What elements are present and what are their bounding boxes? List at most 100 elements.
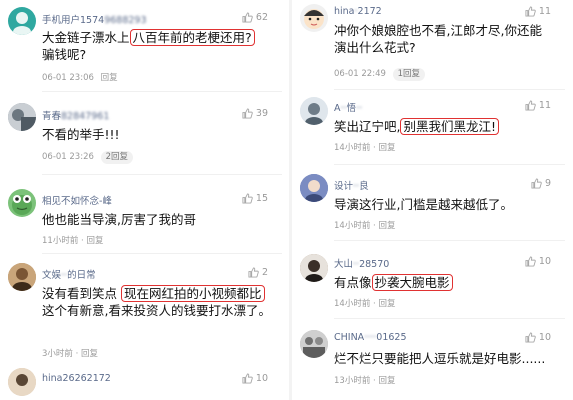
like-count: 11 (538, 6, 551, 17)
like-count: 15 (255, 193, 268, 204)
reply-link[interactable]: 回复 (378, 143, 395, 153)
comment-item: hina26262172 10 (0, 364, 290, 400)
like-button[interactable]: 62 (242, 12, 268, 23)
timestamp: 14小时前 (334, 221, 371, 231)
comment-meta: 3小时前 · 回复 (42, 349, 99, 359)
comment-item: 手机用户15749688293 62 大金链子漂水上 八百年前的老梗还用? 骗钱呢… (0, 0, 290, 90)
comment-text: 烂不烂只要能把人逗乐就是好电影...... (334, 351, 546, 366)
comment-item: CHINA····01625 10 烂不烂只要能把人逗乐就是好电影...... … (292, 320, 573, 400)
thumbs-up-icon (242, 193, 253, 204)
like-button[interactable]: 11 (525, 100, 551, 111)
like-count: 11 (538, 100, 551, 111)
user-avatar-icon (300, 254, 328, 282)
avatar[interactable] (8, 103, 36, 131)
like-button[interactable]: 10 (242, 373, 268, 384)
like-button[interactable]: 10 (525, 332, 551, 343)
divider (42, 91, 282, 92)
highlighted-text: 抄袭大腕电影 (371, 274, 453, 291)
timestamp: 06-01 23:06 (42, 73, 94, 83)
avatar[interactable] (8, 189, 36, 217)
comment-item: hina·2172 11 冲你个娘娘腔也不看,江郎才尽,你还能演出什么花式? 0… (292, 0, 573, 88)
timestamp: 11小时前 (42, 236, 79, 246)
reply-link[interactable]: 回复 (81, 349, 98, 359)
avatar[interactable] (300, 330, 328, 358)
like-count: 62 (255, 12, 268, 23)
user-avatar-icon (13, 12, 31, 35)
user-avatar-icon (300, 330, 328, 358)
highlighted-text: 别黑我们黑龙江! (400, 118, 499, 135)
username[interactable]: 文娱··的日常 (42, 267, 96, 281)
highlighted-text: 现在网红拍的小视频都比 (121, 285, 265, 302)
like-button[interactable]: 2 (248, 267, 268, 278)
avatar[interactable] (300, 4, 328, 32)
comment-item: 相见不如怀念-峰 15 他也能当导演,厉害了我的哥 11小时前 · 回复 (0, 176, 290, 252)
timestamp: 14小时前 (334, 143, 371, 153)
comment-text: 不看的举手!!! (42, 127, 120, 142)
comment-item: 文娱··的日常 2 没有看到笑点 现在网红拍的小视频都比 这个有新意,看来投资人… (0, 255, 290, 363)
comment-text: 大金链子漂水上 八百年前的老梗还用? 骗钱呢? (42, 29, 276, 63)
comment-item: A··悟·· 11 笑出辽宁吧, 别黑我们黑龙江! 14小时前 · 回复 (292, 91, 573, 163)
username[interactable]: hina·2172 (334, 6, 382, 17)
timestamp: 06-01 22:49 (334, 69, 386, 79)
username[interactable]: 相见不如怀念-峰 (42, 193, 112, 207)
like-count: 2 (261, 267, 268, 278)
timestamp: 3小时前 (42, 349, 73, 359)
like-count: 10 (255, 373, 268, 384)
comment-meta: 13小时前 · 回复 (334, 376, 396, 386)
username[interactable]: 手机用户15749688293 (42, 12, 147, 26)
username[interactable]: 设计··良 (334, 178, 369, 192)
avatar[interactable] (8, 7, 36, 35)
comment-meta: 06-01 23:26 2回复 (42, 151, 134, 164)
comment-text: 笑出辽宁吧, 别黑我们黑龙江! (334, 118, 559, 135)
timestamp: 13小时前 (334, 376, 371, 386)
comment-text: 导演这行业,门槛是越来越低了。 (334, 197, 513, 212)
username[interactable]: CHINA····01625 (334, 332, 407, 343)
avatar[interactable] (300, 174, 328, 202)
comment-meta: 11小时前 · 回复 (42, 236, 104, 246)
avatar[interactable] (300, 97, 328, 125)
like-count: 9 (544, 178, 551, 189)
avatar[interactable] (8, 368, 36, 396)
comment-meta: 14小时前 · 回复 (334, 143, 396, 153)
like-count: 39 (255, 108, 268, 119)
thumbs-up-icon (525, 6, 536, 17)
timestamp: 06-01 23:26 (42, 152, 94, 162)
like-count: 10 (538, 332, 551, 343)
avatar[interactable] (300, 254, 328, 282)
avatar[interactable] (8, 263, 36, 291)
frog-avatar-icon (12, 195, 32, 215)
reply-link[interactable]: 回复 (378, 299, 395, 309)
like-button[interactable]: 11 (525, 6, 551, 17)
username[interactable]: A··悟·· (334, 100, 362, 114)
comment-text: 他也能当导演,厉害了我的哥 (42, 212, 196, 227)
like-button[interactable]: 39 (242, 108, 268, 119)
like-button[interactable]: 15 (242, 193, 268, 204)
like-count: 10 (538, 256, 551, 267)
reply-link[interactable]: 回复 (86, 236, 103, 246)
reply-link[interactable]: 回复 (378, 376, 395, 386)
reply-count-badge[interactable]: 1回复 (392, 68, 426, 81)
thumbs-up-icon (525, 256, 536, 267)
like-button[interactable]: 10 (525, 256, 551, 267)
thumbs-up-icon (242, 108, 253, 119)
comment-item: 大山··28570 10 有点像 抄袭大腕电影 14小时前 · 回复 (292, 242, 573, 318)
username[interactable]: 青春82847961 (42, 108, 109, 122)
comment-meta: 14小时前 · 回复 (334, 299, 396, 309)
user-avatar-icon (300, 97, 328, 125)
comment-item: 青春82847961 39 不看的举手!!! 06-01 23:26 2回复 (0, 93, 290, 173)
reply-count-badge[interactable]: 2回复 (100, 151, 134, 164)
highlighted-text: 八百年前的老梗还用? (129, 29, 255, 46)
thumbs-up-icon (242, 12, 253, 23)
username[interactable]: 大山··28570 (334, 256, 389, 270)
divider (42, 174, 282, 175)
divider (334, 240, 565, 241)
reply-link[interactable]: 回复 (378, 221, 395, 231)
username[interactable]: hina26262172 (42, 373, 111, 384)
like-button[interactable]: 9 (531, 178, 551, 189)
timestamp: 14小时前 (334, 299, 371, 309)
divider (334, 318, 565, 319)
comment-item: 设计··良 9 导演这行业,门槛是越来越低了。 14小时前 · 回复 (292, 166, 573, 240)
cartoon-face-avatar-icon (304, 9, 324, 29)
reply-link[interactable]: 回复 (101, 73, 118, 83)
comment-meta: 14小时前 · 回复 (334, 221, 396, 231)
